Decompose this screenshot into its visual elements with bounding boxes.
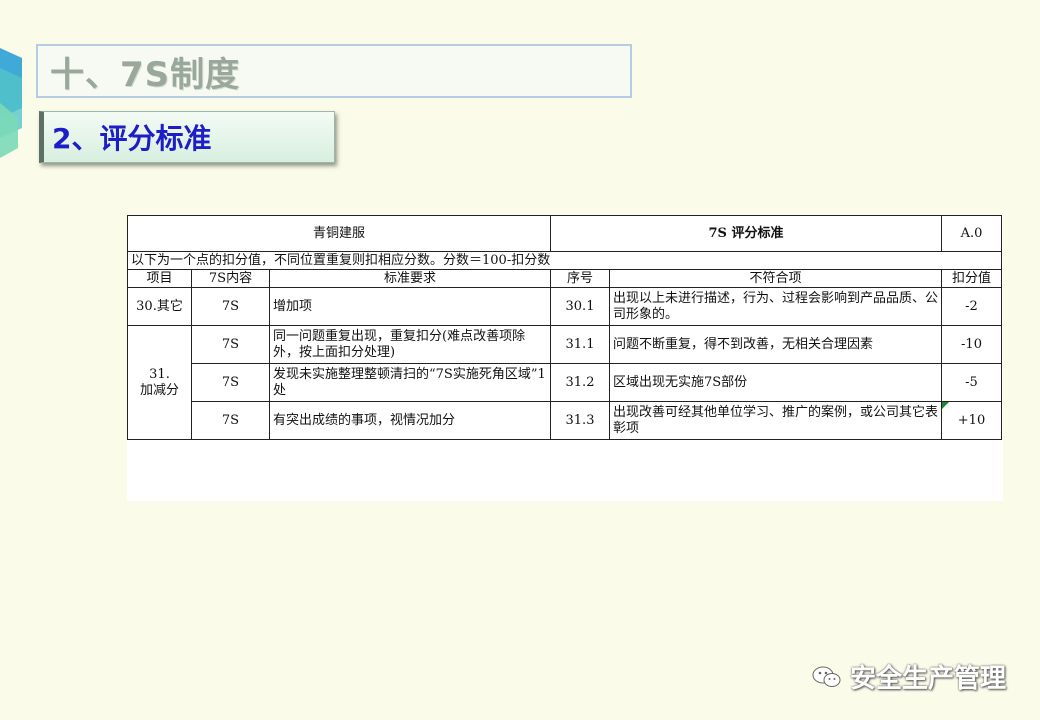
standard-title: 7S 评分标准 xyxy=(550,215,942,252)
content-cell: 7S xyxy=(191,325,270,364)
column-header: 扣分值 xyxy=(941,269,1002,288)
column-header: 标准要求 xyxy=(269,269,551,288)
nonconformity-cell: 出现以上未进行描述，行为、过程会影响到产品品质、公司形象的。 xyxy=(609,287,942,326)
note-row: 以下为一个点的扣分值，不同位置重复则扣相应分数。分数＝100-扣分数 xyxy=(127,251,1002,270)
table-row: 31. 加减分 7S 同一问题重复出现，重复扣分(难点改善项除外，按上面扣分处理… xyxy=(127,325,1002,440)
wechat-icon xyxy=(812,666,841,687)
column-header-row: 项目 7S内容 标准要求 序号 不符合项 扣分值 xyxy=(127,269,1002,288)
slide-subtitle-box: 2、评分标准 xyxy=(39,111,335,163)
column-header: 不符合项 xyxy=(609,269,942,288)
scoring-note: 以下为一个点的扣分值，不同位置重复则扣相应分数。分数＝100-扣分数 xyxy=(127,251,1002,270)
nonconformity-cell: 出现改善可经其他单位学习、推广的案例，或公司其它表彰项 xyxy=(609,401,942,440)
company-name: 青铜建服 xyxy=(127,215,551,252)
score-cell: -5 xyxy=(941,363,1002,402)
item-cell: 31. 加减分 xyxy=(127,325,192,440)
watermark: 安全生产管理 xyxy=(812,658,1006,695)
scoring-table: 青铜建服 7S 评分标准 A.0 以下为一个点的扣分值，不同位置重复则扣相应分数… xyxy=(127,215,1002,440)
column-header: 序号 xyxy=(550,269,610,288)
number-cell: 30.1 xyxy=(550,287,610,326)
score-cell: +10 xyxy=(941,401,1002,440)
column-header: 项目 xyxy=(127,269,192,288)
content-cell: 7S xyxy=(191,287,270,326)
content-cell: 7S xyxy=(191,363,270,402)
number-cell: 31.2 xyxy=(550,363,610,402)
score-cell: -2 xyxy=(941,287,1002,326)
table-row: 30.其它 7S 增加项 30.1 出现以上未进行描述，行为、过程会影响到产品品… xyxy=(127,287,1002,326)
version-label: A.0 xyxy=(941,215,1002,252)
number-cell: 31.3 xyxy=(550,401,610,440)
column-header: 7S内容 xyxy=(191,269,270,288)
requirement-cell: 同一问题重复出现，重复扣分(难点改善项除外，按上面扣分处理) xyxy=(269,325,551,364)
requirement-cell: 有突出成绩的事项，视情况加分 xyxy=(269,401,551,440)
slide-title: 十、7S制度 xyxy=(50,54,241,95)
item-cell: 30.其它 xyxy=(127,287,192,326)
nonconformity-cell: 区域出现无实施7S部份 xyxy=(609,363,942,402)
number-cell: 31.1 xyxy=(550,325,610,364)
watermark-text: 安全生产管理 xyxy=(849,664,1006,694)
scoring-sheet: 青铜建服 7S 评分标准 A.0 以下为一个点的扣分值，不同位置重复则扣相应分数… xyxy=(127,215,1003,501)
corner-decoration xyxy=(0,48,22,158)
table-row: 7S 发现未实施整理整顿清扫的“7S实施死角区域”1处 31.2 区域出现无实施… xyxy=(128,363,1002,402)
table-row: 7S 有突出成绩的事项，视情况加分 31.3 出现改善可经其他单位学习、推广的案… xyxy=(128,401,1002,440)
requirement-cell: 增加项 xyxy=(269,287,551,326)
content-cell: 7S xyxy=(191,401,270,440)
slide-subtitle: 2、评分标准 xyxy=(52,122,212,155)
nonconformity-cell: 问题不断重复，得不到改善，无相关合理因素 xyxy=(609,325,942,364)
slide-title-box: 十、7S制度 xyxy=(36,44,632,98)
header-row: 青铜建服 7S 评分标准 A.0 xyxy=(127,215,1002,252)
score-cell: -10 xyxy=(941,325,1002,364)
requirement-cell: 发现未实施整理整顿清扫的“7S实施死角区域”1处 xyxy=(269,363,551,402)
